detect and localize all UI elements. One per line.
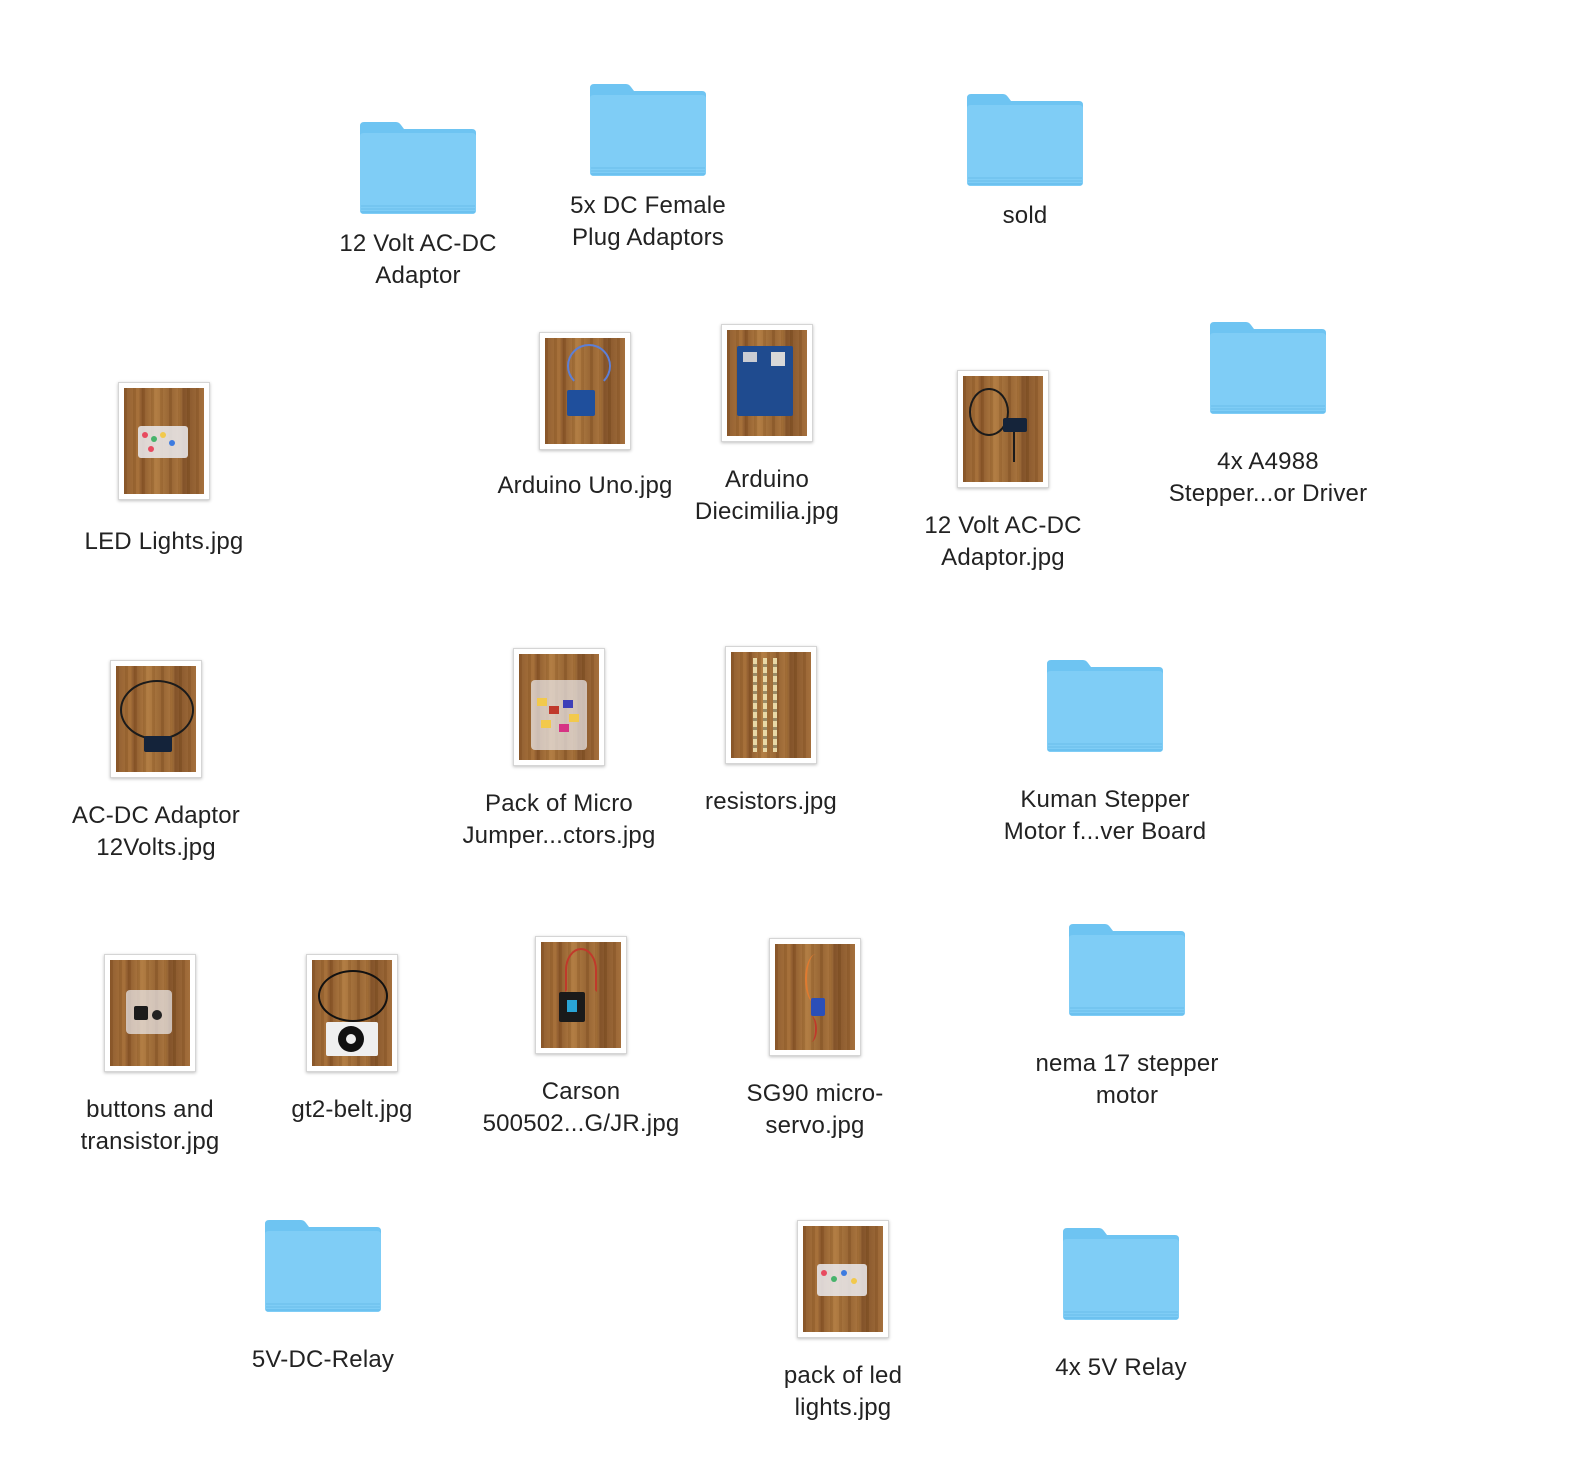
image-thumbnail [725,646,817,764]
file-label: nema 17 stepper motor [1035,1050,1219,1109]
photo-gt2-belt [312,960,392,1066]
photo-led-lights [124,388,204,494]
folder-nema-17-stepper-motor[interactable]: nema 17 stepper motor [997,922,1257,1112]
file-label: 4x A4988 Stepper...or Driver [1168,448,1368,507]
photo-ac-dc-adaptor [116,666,196,772]
photo-resistors [731,652,811,758]
folder-icon [965,92,1085,188]
folder-icon [1208,320,1328,416]
image-carson-500502-jr[interactable]: Carson 500502...G/JR.jpg [451,936,711,1140]
image-pack-of-led-lights[interactable]: pack of led lights.jpg [713,1220,973,1424]
photo-12-volt-adaptor [963,376,1043,482]
image-thumbnail [721,324,813,442]
folder-kuman-stepper-motor-driver-board[interactable]: Kuman Stepper Motor f...ver Board [975,658,1235,848]
image-gt2-belt[interactable]: gt2-belt.jpg [222,954,482,1126]
file-label: Kuman Stepper Motor f...ver Board [1003,786,1207,845]
image-arduino-diecimilia[interactable]: Arduino Diecimilia.jpg [637,324,897,528]
file-label: 4x 5V Relay [1055,1354,1187,1381]
folder-icon [263,1218,383,1314]
folder-sold[interactable]: sold [895,92,1155,232]
file-label: AC-DC Adaptor 12Volts.jpg [72,802,240,861]
photo-buttons-transistor [110,960,190,1066]
image-led-lights[interactable]: LED Lights.jpg [34,382,294,558]
folder-icon [588,82,708,178]
folder-4x-5v-relay[interactable]: 4x 5V Relay [991,1226,1251,1384]
photo-arduino-uno [545,338,625,444]
folder-icon [1061,1226,1181,1322]
image-sg90-micro-servo[interactable]: SG90 micro- servo.jpg [685,938,945,1142]
file-label: 5x DC Female Plug Adaptors [570,192,726,251]
photo-sg90-servo [775,944,855,1050]
file-label: gt2-belt.jpg [291,1096,413,1123]
file-label: 12 Volt AC-DC Adaptor [339,230,497,289]
image-resistors[interactable]: resistors.jpg [641,646,901,818]
file-label: 5V-DC-Relay [251,1346,395,1373]
folder-12-volt-ac-dc-adaptor[interactable]: 12 Volt AC-DC Adaptor [288,120,548,292]
file-label: sold [1002,202,1048,229]
folder-5v-dc-relay[interactable]: 5V-DC-Relay [193,1218,453,1376]
folder-icon [358,120,478,216]
image-thumbnail [957,370,1049,488]
image-thumbnail [306,954,398,1072]
folder-5x-dc-female-plug-adaptors[interactable]: 5x DC Female Plug Adaptors [518,82,778,254]
image-ac-dc-adaptor-12volts[interactable]: AC-DC Adaptor 12Volts.jpg [26,660,286,864]
image-thumbnail [104,954,196,1072]
image-thumbnail [797,1220,889,1338]
photo-arduino-diecimilia [727,330,807,436]
image-12-volt-ac-dc-adaptor[interactable]: 12 Volt AC-DC Adaptor.jpg [873,370,1133,574]
image-thumbnail [539,332,631,450]
file-label: resistors.jpg [705,788,837,815]
image-thumbnail [110,660,202,778]
file-label: LED Lights.jpg [84,528,244,555]
image-thumbnail [513,648,605,766]
folder-icon [1067,922,1187,1018]
file-label: 12 Volt AC-DC Adaptor.jpg [924,512,1082,571]
file-label: Arduino Diecimilia.jpg [694,466,840,525]
photo-jumper-connectors [519,654,599,760]
image-thumbnail [118,382,210,500]
folder-4x-a4988-stepper-motor-driver[interactable]: 4x A4988 Stepper...or Driver [1138,320,1398,510]
folder-icon [1045,658,1165,754]
file-label: SG90 micro- servo.jpg [746,1080,884,1139]
file-label: Carson 500502...G/JR.jpg [482,1078,680,1137]
file-label: pack of led lights.jpg [783,1362,903,1421]
image-thumbnail [769,938,861,1056]
photo-carson-servo [541,942,621,1048]
image-thumbnail [535,936,627,1054]
photo-pack-of-led-lights [803,1226,883,1332]
